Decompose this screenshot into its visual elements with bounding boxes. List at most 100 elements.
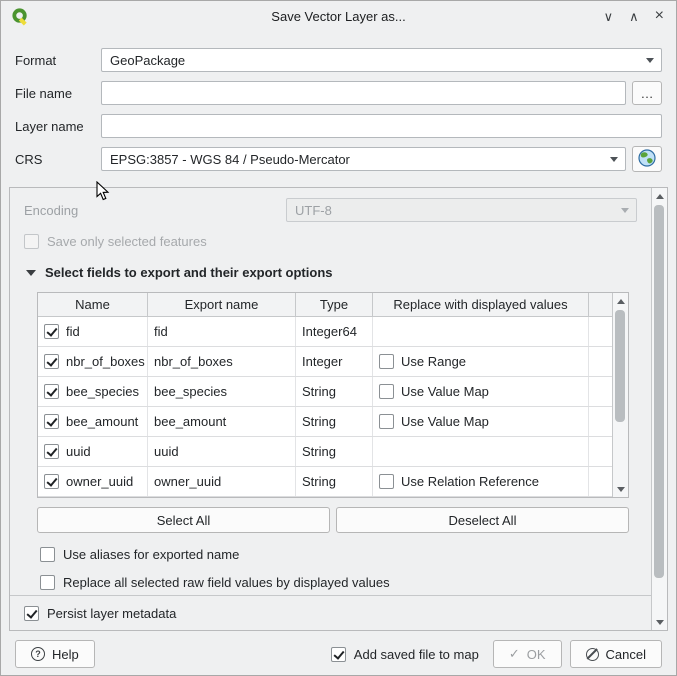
- cell-export-name[interactable]: uuid: [148, 437, 296, 466]
- layer-name-label: Layer name: [15, 119, 101, 134]
- table-row: fid fid Integer64: [38, 317, 612, 347]
- cell-name: owner_uuid: [38, 467, 148, 496]
- use-aliases-label: Use aliases for exported name: [63, 547, 239, 562]
- cell-filler: [589, 437, 612, 466]
- options-frame: Encoding UTF-8 Save only selected featur…: [9, 187, 668, 631]
- field-checkbox[interactable]: [44, 354, 59, 369]
- cell-filler: [589, 317, 612, 346]
- format-combobox[interactable]: GeoPackage: [101, 48, 662, 72]
- cell-name: uuid: [38, 437, 148, 466]
- save-only-selected-row: Save only selected features: [24, 234, 637, 249]
- maximize-icon[interactable]: ∧: [629, 10, 639, 23]
- select-all-button[interactable]: Select All: [37, 507, 330, 533]
- cell-export-name[interactable]: nbr_of_boxes: [148, 347, 296, 376]
- table-row: owner_uuid owner_uuid String Use Relatio…: [38, 467, 612, 497]
- field-name: fid: [66, 324, 80, 339]
- chevron-down-icon: [646, 58, 654, 63]
- column-header-type[interactable]: Type: [296, 293, 373, 316]
- crs-select-button[interactable]: [632, 146, 662, 172]
- collapse-arrow-icon: [26, 270, 36, 276]
- scroll-up-icon[interactable]: [613, 294, 628, 308]
- cell-export-name[interactable]: fid: [148, 317, 296, 346]
- help-button[interactable]: ? Help: [15, 640, 95, 668]
- cell-replace: [373, 437, 589, 466]
- field-checkbox[interactable]: [44, 444, 59, 459]
- ok-button[interactable]: ✓ OK: [493, 640, 562, 668]
- replace-raw-checkbox[interactable]: [40, 575, 55, 590]
- cell-name: bee_amount: [38, 407, 148, 436]
- replace-option-label: Use Value Map: [401, 414, 489, 429]
- export-name-value: bee_amount: [154, 414, 226, 429]
- fields-table-header: Name Export name Type Replace with displ…: [38, 293, 612, 317]
- column-header-name[interactable]: Name: [38, 293, 148, 316]
- use-aliases-row: Use aliases for exported name: [40, 547, 637, 562]
- scroll-up-icon[interactable]: [652, 189, 667, 203]
- use-aliases-checkbox[interactable]: [40, 547, 55, 562]
- minimize-icon[interactable]: ∨: [604, 10, 614, 23]
- use-range-checkbox[interactable]: [379, 354, 394, 369]
- cell-export-name[interactable]: owner_uuid: [148, 467, 296, 496]
- use-relation-reference-checkbox[interactable]: [379, 474, 394, 489]
- globe-icon: [637, 148, 657, 171]
- save-only-selected-checkbox[interactable]: [24, 234, 39, 249]
- cell-filler: [589, 467, 612, 496]
- crs-value: EPSG:3857 - WGS 84 / Pseudo-Mercator: [110, 152, 350, 167]
- cell-filler: [589, 347, 612, 376]
- persist-metadata-checkbox[interactable]: [24, 606, 39, 621]
- options-scrollbar[interactable]: [651, 188, 667, 630]
- cell-type: String: [296, 377, 373, 406]
- scrollbar-thumb[interactable]: [615, 310, 625, 422]
- cell-replace: Use Relation Reference: [373, 467, 589, 496]
- cell-name: nbr_of_boxes: [38, 347, 148, 376]
- cell-type: Integer: [296, 347, 373, 376]
- cell-replace: Use Range: [373, 347, 589, 376]
- scroll-down-icon[interactable]: [652, 615, 667, 629]
- use-value-map-checkbox[interactable]: [379, 384, 394, 399]
- browse-button-label: …: [641, 86, 654, 101]
- fields-section-title: Select fields to export and their export…: [45, 265, 333, 280]
- column-header-replace[interactable]: Replace with displayed values: [373, 293, 589, 316]
- field-checkbox[interactable]: [44, 414, 59, 429]
- replace-option-label: Use Relation Reference: [401, 474, 539, 489]
- table-row: nbr_of_boxes nbr_of_boxes Integer Use Ra…: [38, 347, 612, 377]
- crs-combobox[interactable]: EPSG:3857 - WGS 84 / Pseudo-Mercator: [101, 147, 626, 171]
- fields-section-header[interactable]: Select fields to export and their export…: [26, 265, 637, 280]
- type-value: String: [302, 474, 336, 489]
- export-name-value: fid: [154, 324, 168, 339]
- replace-raw-label: Replace all selected raw field values by…: [63, 575, 390, 590]
- footer: ? Help Add saved file to map ✓ OK Cancel: [1, 633, 676, 675]
- field-checkbox[interactable]: [44, 324, 59, 339]
- scroll-down-icon[interactable]: [613, 482, 628, 496]
- cell-export-name[interactable]: bee_species: [148, 377, 296, 406]
- add-saved-file-checkbox[interactable]: [331, 647, 346, 662]
- field-checkbox[interactable]: [44, 474, 59, 489]
- table-row: bee_species bee_species String Use Value…: [38, 377, 612, 407]
- encoding-combobox[interactable]: UTF-8: [286, 198, 637, 222]
- cell-replace: Use Value Map: [373, 407, 589, 436]
- use-value-map-checkbox[interactable]: [379, 414, 394, 429]
- type-value: String: [302, 384, 336, 399]
- file-name-input[interactable]: [101, 81, 626, 105]
- cell-replace: [373, 317, 589, 346]
- table-row: uuid uuid String: [38, 437, 612, 467]
- table-scrollbar[interactable]: [612, 293, 628, 497]
- field-checkbox[interactable]: [44, 384, 59, 399]
- deselect-all-button[interactable]: Deselect All: [336, 507, 629, 533]
- cell-export-name[interactable]: bee_amount: [148, 407, 296, 436]
- replace-option-label: Use Value Map: [401, 384, 489, 399]
- browse-button[interactable]: …: [632, 81, 662, 105]
- column-header-export-name[interactable]: Export name: [148, 293, 296, 316]
- layer-name-input[interactable]: [101, 114, 662, 138]
- scrollbar-thumb[interactable]: [654, 205, 664, 578]
- encoding-label: Encoding: [24, 203, 286, 218]
- replace-option-label: Use Range: [401, 354, 466, 369]
- cancel-button[interactable]: Cancel: [570, 640, 662, 668]
- save-only-selected-label: Save only selected features: [47, 234, 207, 249]
- save-vector-layer-dialog: Save Vector Layer as... ∨ ∧ × Format Geo…: [0, 0, 677, 676]
- cell-type: String: [296, 467, 373, 496]
- persist-metadata-row: Persist layer metadata: [10, 595, 651, 630]
- field-name: owner_uuid: [66, 474, 133, 489]
- close-icon[interactable]: ×: [655, 8, 664, 24]
- select-buttons-row: Select All Deselect All: [37, 507, 629, 533]
- export-name-value: bee_species: [154, 384, 227, 399]
